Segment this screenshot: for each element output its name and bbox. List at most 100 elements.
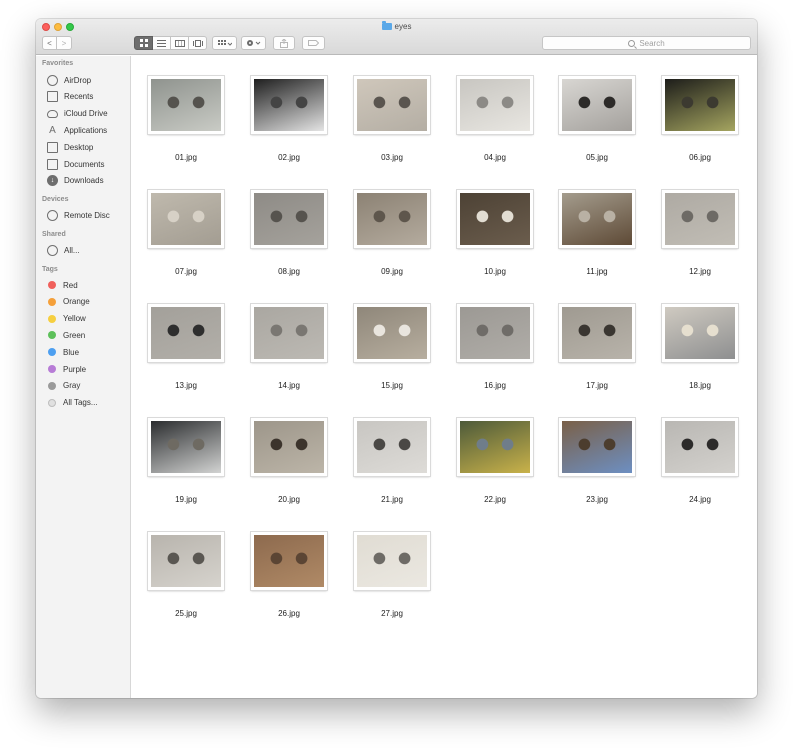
folder-icon bbox=[381, 21, 392, 30]
sidebar-tag-label: Gray bbox=[63, 381, 81, 391]
title-bar: eyes < > Search bbox=[36, 19, 757, 55]
file-thumbnail[interactable] bbox=[251, 532, 327, 590]
file-name-label[interactable]: 03.jpg bbox=[352, 153, 432, 162]
list-view-button[interactable] bbox=[153, 36, 171, 50]
file-name-label[interactable]: 09.jpg bbox=[352, 267, 432, 276]
file-name-label[interactable]: 05.jpg bbox=[557, 153, 637, 162]
photo-image bbox=[460, 307, 530, 359]
sidebar-item-icloud-drive[interactable]: iCloud Drive bbox=[47, 107, 127, 121]
recents-icon bbox=[47, 91, 58, 103]
file-name-label[interactable]: 04.jpg bbox=[455, 153, 535, 162]
file-name-label[interactable]: 19.jpg bbox=[146, 495, 226, 504]
file-name-label[interactable]: 26.jpg bbox=[249, 609, 329, 618]
file-name-label[interactable]: 25.jpg bbox=[146, 609, 226, 618]
sidebar-item-airdrop[interactable]: AirDrop bbox=[47, 73, 127, 87]
icon-view-button[interactable] bbox=[134, 36, 153, 50]
file-thumbnail[interactable] bbox=[662, 304, 738, 362]
file-thumbnail[interactable] bbox=[354, 76, 430, 134]
photo-image bbox=[460, 193, 530, 245]
photo-image bbox=[562, 307, 632, 359]
column-view-button[interactable] bbox=[171, 36, 189, 50]
sidebar-tag-blue[interactable]: Blue bbox=[47, 345, 127, 359]
sidebar-item-shared-all-label: All... bbox=[64, 245, 80, 255]
file-thumbnail[interactable] bbox=[559, 304, 635, 362]
file-name-label[interactable]: 27.jpg bbox=[352, 609, 432, 618]
file-name-label[interactable]: 17.jpg bbox=[557, 381, 637, 390]
share-icon bbox=[280, 38, 288, 48]
sidebar-tag-purple[interactable]: Purple bbox=[47, 362, 127, 376]
file-thumbnail[interactable] bbox=[354, 532, 430, 590]
file-thumbnail[interactable] bbox=[251, 418, 327, 476]
photo-image bbox=[254, 79, 324, 131]
file-name-label[interactable]: 16.jpg bbox=[455, 381, 535, 390]
share-button[interactable] bbox=[273, 36, 295, 50]
file-thumbnail[interactable] bbox=[251, 190, 327, 248]
sidebar-tag-yellow[interactable]: Yellow bbox=[47, 312, 127, 326]
globe-icon bbox=[47, 244, 58, 256]
file-name-label[interactable]: 01.jpg bbox=[146, 153, 226, 162]
file-thumbnail[interactable] bbox=[148, 418, 224, 476]
file-thumbnail[interactable] bbox=[662, 190, 738, 248]
sidebar-tag-all-tags[interactable]: All Tags... bbox=[47, 396, 127, 410]
sidebar-tag-gray[interactable]: Gray bbox=[47, 379, 127, 393]
file-thumbnail[interactable] bbox=[148, 190, 224, 248]
file-name-label[interactable]: 08.jpg bbox=[249, 267, 329, 276]
file-thumbnail[interactable] bbox=[354, 418, 430, 476]
file-thumbnail[interactable] bbox=[148, 76, 224, 134]
file-thumbnail[interactable] bbox=[662, 418, 738, 476]
file-name-label[interactable]: 24.jpg bbox=[660, 495, 740, 504]
group-by-button[interactable] bbox=[212, 36, 237, 50]
file-name-label[interactable]: 18.jpg bbox=[660, 381, 740, 390]
file-name-label[interactable]: 15.jpg bbox=[352, 381, 432, 390]
sidebar-tag-orange[interactable]: Orange bbox=[47, 295, 127, 309]
file-thumbnail[interactable] bbox=[251, 304, 327, 362]
file-thumbnail[interactable] bbox=[354, 304, 430, 362]
file-name-label[interactable]: 10.jpg bbox=[455, 267, 535, 276]
file-thumbnail[interactable] bbox=[148, 532, 224, 590]
shared-heading: Shared bbox=[42, 231, 66, 238]
search-field[interactable]: Search bbox=[542, 36, 751, 50]
file-name-label[interactable]: 22.jpg bbox=[455, 495, 535, 504]
sidebar-item-applications[interactable]: A Applications bbox=[47, 123, 127, 137]
file-name-label[interactable]: 23.jpg bbox=[557, 495, 637, 504]
file-thumbnail[interactable] bbox=[457, 418, 533, 476]
sidebar-item-downloads[interactable]: ↓ Downloads bbox=[47, 174, 127, 188]
sidebar-item-shared-all[interactable]: All... bbox=[47, 243, 127, 257]
desktop-icon bbox=[47, 141, 58, 153]
gallery-view-button[interactable] bbox=[189, 36, 207, 50]
file-name-label[interactable]: 06.jpg bbox=[660, 153, 740, 162]
window-title: eyes bbox=[36, 21, 757, 32]
file-thumbnail[interactable] bbox=[457, 76, 533, 134]
file-thumbnail[interactable] bbox=[662, 76, 738, 134]
file-thumbnail[interactable] bbox=[559, 76, 635, 134]
file-name-label[interactable]: 02.jpg bbox=[249, 153, 329, 162]
file-thumbnail[interactable] bbox=[559, 418, 635, 476]
file-thumbnail[interactable] bbox=[354, 190, 430, 248]
sidebar-item-desktop[interactable]: Desktop bbox=[47, 140, 127, 154]
file-thumbnail[interactable] bbox=[148, 304, 224, 362]
back-button[interactable]: < bbox=[42, 36, 57, 50]
file-name-label[interactable]: 20.jpg bbox=[249, 495, 329, 504]
file-name-label[interactable]: 14.jpg bbox=[249, 381, 329, 390]
sidebar-item-remote-disc[interactable]: Remote Disc bbox=[47, 208, 127, 222]
file-name-label[interactable]: 11.jpg bbox=[557, 267, 637, 276]
file-name-label[interactable]: 13.jpg bbox=[146, 381, 226, 390]
sidebar-item-documents[interactable]: Documents bbox=[47, 157, 127, 171]
forward-button[interactable]: > bbox=[57, 36, 72, 50]
file-thumbnail[interactable] bbox=[251, 76, 327, 134]
back-label: < bbox=[47, 38, 52, 48]
file-thumbnail[interactable] bbox=[457, 190, 533, 248]
file-name-label[interactable]: 12.jpg bbox=[660, 267, 740, 276]
sidebar-tag-green[interactable]: Green bbox=[47, 328, 127, 342]
sidebar-item-remote-disc-label: Remote Disc bbox=[64, 210, 110, 220]
sidebar-item-recents[interactable]: Recents bbox=[47, 90, 127, 104]
file-thumbnail[interactable] bbox=[559, 190, 635, 248]
action-menu-button[interactable] bbox=[241, 36, 266, 50]
sidebar-tag-red[interactable]: Red bbox=[47, 278, 127, 292]
file-name-label[interactable]: 07.jpg bbox=[146, 267, 226, 276]
finder-window: eyes < > Search Favorites AirDrop Recent… bbox=[36, 19, 757, 698]
file-thumbnail[interactable] bbox=[457, 304, 533, 362]
downloads-icon: ↓ bbox=[47, 175, 58, 187]
file-name-label[interactable]: 21.jpg bbox=[352, 495, 432, 504]
edit-tags-button[interactable] bbox=[302, 36, 325, 50]
